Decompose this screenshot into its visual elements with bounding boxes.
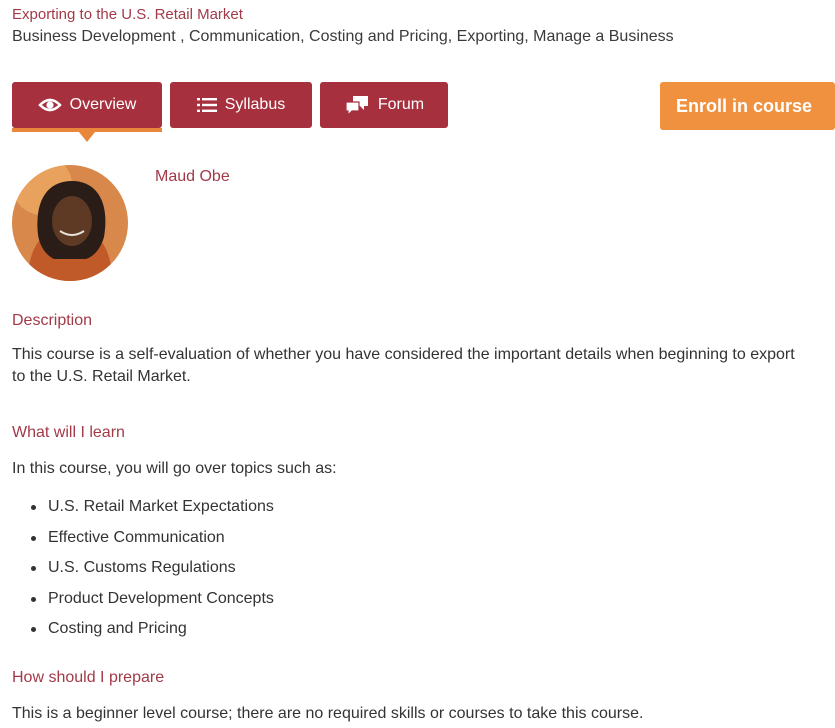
tab-overview[interactable]: Overview bbox=[12, 82, 162, 142]
tab-syllabus[interactable]: Syllabus bbox=[170, 82, 312, 128]
list-icon bbox=[196, 97, 217, 113]
list-item: Product Development Concepts bbox=[12, 586, 274, 617]
prepare-heading: How should I prepare bbox=[12, 669, 165, 686]
topics-list: U.S. Retail Market Expectations Effectiv… bbox=[12, 494, 274, 647]
tab-label: Syllabus bbox=[224, 96, 286, 113]
instructor-avatar[interactable] bbox=[12, 165, 128, 281]
enroll-button[interactable]: Enroll in course bbox=[660, 82, 835, 130]
description-heading: Description bbox=[12, 312, 93, 329]
learn-intro: In this course, you will go over topics … bbox=[12, 460, 337, 477]
list-item: Effective Communication bbox=[12, 525, 274, 556]
instructor-name[interactable]: Maud Obe bbox=[155, 168, 230, 186]
list-item: Costing and Pricing bbox=[12, 616, 274, 647]
tab-label: Overview bbox=[69, 96, 137, 113]
tab-label: Forum bbox=[377, 96, 425, 113]
list-item: U.S. Retail Market Expectations bbox=[12, 494, 274, 525]
list-item: U.S. Customs Regulations bbox=[12, 555, 274, 586]
description-text: This course is a self-evaluation of whet… bbox=[12, 346, 795, 385]
learn-heading: What will I learn bbox=[12, 424, 125, 441]
tab-forum[interactable]: Forum bbox=[320, 82, 448, 128]
course-categories: Business Development , Communication, Co… bbox=[12, 28, 674, 45]
active-tab-pointer bbox=[79, 132, 95, 142]
eye-icon bbox=[38, 96, 62, 114]
course-title: Exporting to the U.S. Retail Market bbox=[12, 6, 243, 23]
chat-bubbles-icon bbox=[344, 94, 370, 116]
prepare-text: This is a beginner level course; there a… bbox=[12, 705, 644, 722]
